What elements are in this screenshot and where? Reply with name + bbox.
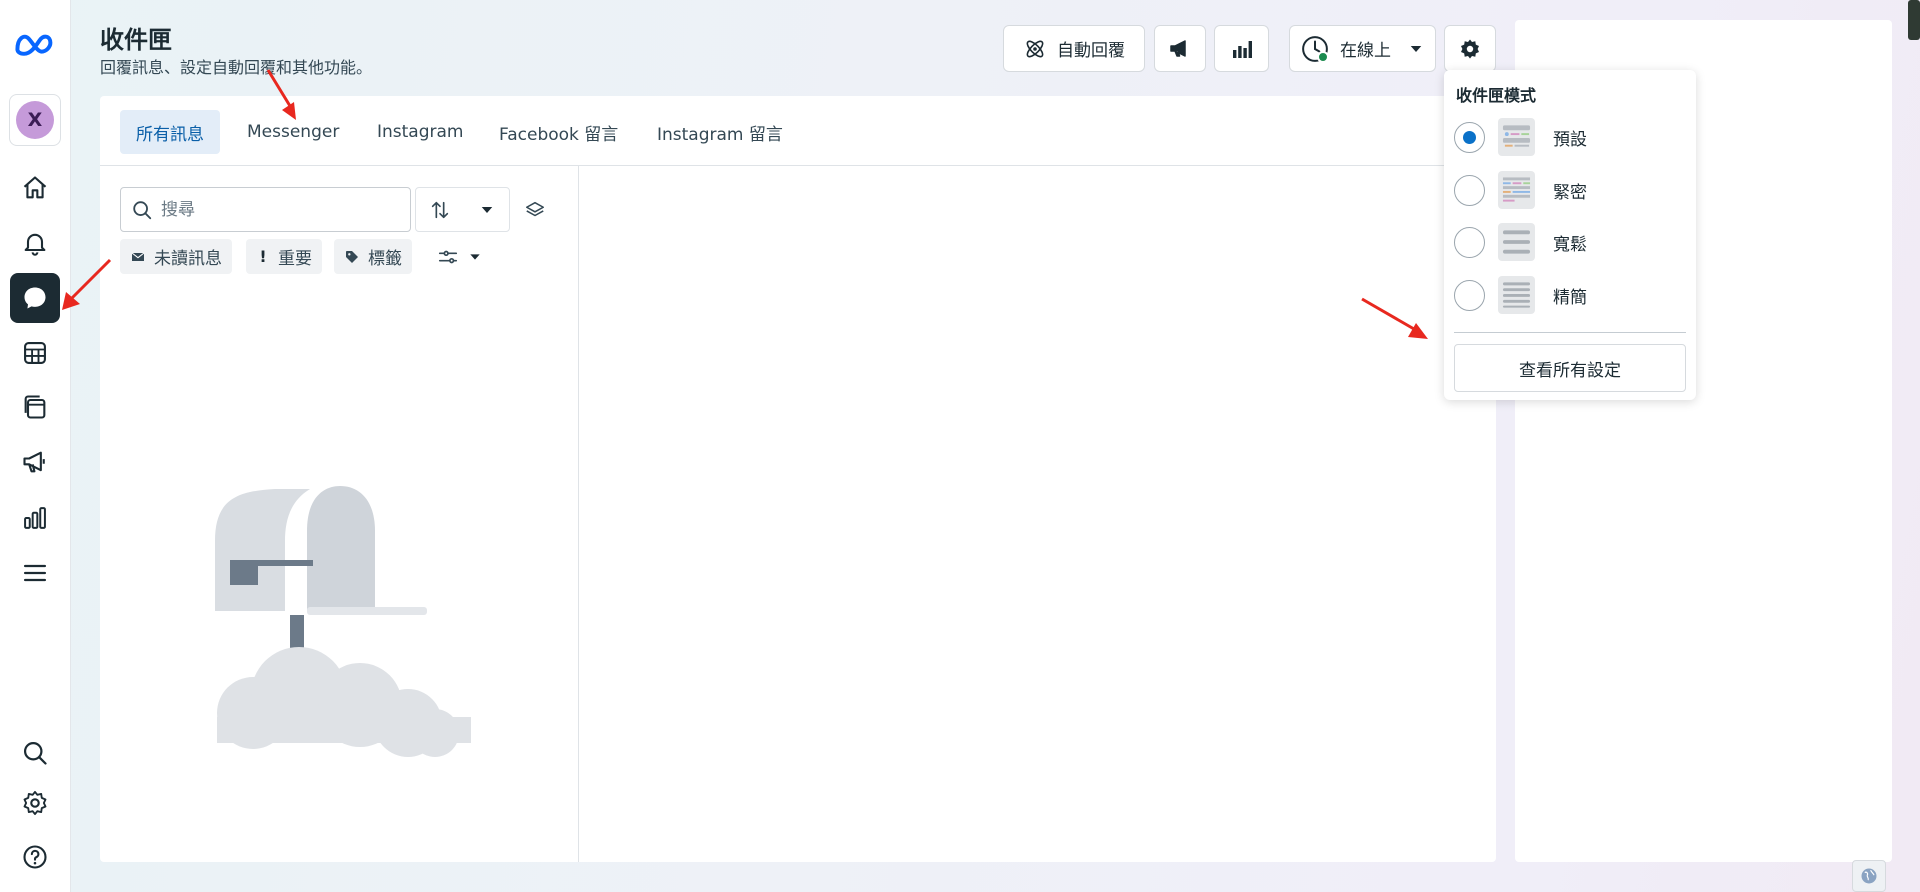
- megaphone-icon: [23, 451, 45, 473]
- sidebar-item-pages[interactable]: [10, 382, 60, 432]
- bar-chart-icon: [24, 507, 46, 529]
- gear-icon: [1461, 39, 1479, 58]
- help-icon: [23, 845, 47, 869]
- inbox-mode-title: 收件匣模式: [1456, 86, 1537, 105]
- sliders-icon: [438, 250, 458, 263]
- caret-down-icon: [470, 253, 480, 260]
- sidebar-item-home[interactable]: [10, 163, 60, 213]
- page-title: 收件匣: [100, 26, 172, 54]
- sort-arrows-icon: [432, 201, 449, 218]
- search-icon: [23, 741, 47, 765]
- compact-layout-thumbnail-icon: [1498, 171, 1535, 209]
- default-layout-thumbnail-icon: [1498, 118, 1535, 156]
- inbox-main-panel: 所有訊息 Messenger Instagram Facebook 留言 Ins…: [100, 96, 1496, 862]
- radio-compact[interactable]: [1454, 175, 1485, 206]
- unread-filter-label: 未讀訊息: [154, 249, 222, 269]
- layers-icon: [525, 201, 545, 217]
- sidebar-item-ads[interactable]: [10, 437, 60, 487]
- search-field[interactable]: [120, 187, 411, 232]
- tab-messenger[interactable]: Messenger: [231, 110, 355, 154]
- table-icon: [24, 342, 46, 364]
- bell-icon: [24, 233, 46, 256]
- mode-label-compact: 緊密: [1553, 183, 1587, 203]
- comfortable-layout-thumbnail-icon: [1498, 223, 1535, 261]
- exclamation-icon: !: [259, 247, 267, 266]
- bar-chart-icon: [1232, 40, 1252, 58]
- minimal-layout-thumbnail-icon: [1498, 276, 1535, 314]
- bulk-actions-button[interactable]: [518, 193, 552, 227]
- unread-filter-chip[interactable]: 未讀訊息: [120, 239, 232, 274]
- avatar: X: [16, 101, 54, 139]
- gear-icon: [23, 790, 47, 816]
- conversation-list: 未讀訊息 ! 重要 標籤: [100, 166, 579, 862]
- radio-minimal[interactable]: [1454, 280, 1485, 311]
- home-icon: [23, 176, 47, 199]
- search-input[interactable]: [161, 199, 391, 220]
- mode-label-minimal: 精簡: [1553, 288, 1587, 308]
- empty-mailbox-illustration: [215, 486, 471, 757]
- tab-instagram[interactable]: Instagram: [361, 110, 480, 154]
- promote-button[interactable]: [1154, 25, 1206, 72]
- tag-icon: [346, 250, 358, 263]
- window-scroll-edge: [1908, 0, 1920, 40]
- sidebar-item-notifications[interactable]: [10, 218, 60, 268]
- view-all-settings-button[interactable]: 查看所有設定: [1454, 344, 1686, 392]
- sidebar-item-inbox[interactable]: [10, 273, 60, 323]
- chat-icon: [24, 287, 46, 309]
- language-button[interactable]: [1852, 860, 1886, 892]
- sidebar-item-search[interactable]: [10, 728, 60, 778]
- important-filter-chip[interactable]: ! 重要: [246, 239, 322, 274]
- auto-reply-button[interactable]: 自動回覆: [1003, 25, 1145, 72]
- mode-option-minimal[interactable]: 精簡: [1454, 273, 1684, 317]
- inbox-settings-button[interactable]: [1444, 25, 1496, 72]
- tab-instagram-comments[interactable]: Instagram 留言: [641, 110, 799, 154]
- sidebar-item-content[interactable]: [10, 328, 60, 378]
- mode-option-comfortable[interactable]: 寬鬆: [1454, 220, 1684, 264]
- sidebar-item-menu[interactable]: [10, 548, 60, 598]
- sidebar-item-settings[interactable]: [10, 778, 60, 828]
- left-nav-rail: X: [0, 0, 71, 892]
- inbox-mode-menu: 收件匣模式 預設 緊密 寬鬆 精簡 查看所有設定: [1444, 70, 1696, 400]
- availability-status-button[interactable]: 在線上: [1289, 25, 1436, 72]
- caret-down-icon: [481, 206, 492, 213]
- clock-icon: [1300, 34, 1330, 64]
- globe-icon: [1861, 868, 1877, 884]
- menu-icon: [23, 564, 47, 582]
- sort-button[interactable]: [415, 187, 510, 232]
- tags-filter-label: 標籤: [368, 249, 402, 269]
- sidebar-item-help[interactable]: [10, 832, 60, 882]
- search-icon: [133, 200, 152, 219]
- important-filter-label: 重要: [278, 249, 312, 269]
- mode-label-default: 預設: [1553, 130, 1587, 150]
- menu-divider: [1454, 332, 1686, 333]
- page-subtitle: 回覆訊息、設定自動回覆和其他功能。: [100, 58, 373, 77]
- status-label: 在線上: [1340, 41, 1391, 61]
- tab-all-messages[interactable]: 所有訊息: [120, 110, 220, 154]
- mode-label-comfortable: 寬鬆: [1553, 235, 1587, 255]
- tab-facebook-comments[interactable]: Facebook 留言: [483, 110, 634, 154]
- tags-filter-chip[interactable]: 標籤: [334, 239, 412, 274]
- meta-logo-icon[interactable]: [10, 20, 60, 70]
- atom-icon: [1026, 40, 1044, 57]
- more-filters-button[interactable]: [430, 239, 490, 274]
- megaphone-icon: [1170, 39, 1186, 57]
- mode-option-compact[interactable]: 緊密: [1454, 168, 1684, 212]
- channel-tabs: 所有訊息 Messenger Instagram Facebook 留言 Ins…: [100, 96, 1496, 166]
- envelope-icon: [131, 252, 145, 261]
- radio-comfortable[interactable]: [1454, 227, 1485, 258]
- sidebar-item-insights[interactable]: [10, 493, 60, 543]
- insights-button[interactable]: [1214, 25, 1269, 72]
- mode-option-default[interactable]: 預設: [1454, 115, 1684, 159]
- online-status-dot: [1317, 50, 1329, 63]
- account-switcher[interactable]: X: [9, 94, 61, 146]
- caret-down-icon: [1410, 45, 1422, 52]
- radio-default[interactable]: [1454, 122, 1485, 153]
- auto-reply-label: 自動回覆: [1057, 41, 1125, 61]
- pages-icon: [24, 395, 46, 419]
